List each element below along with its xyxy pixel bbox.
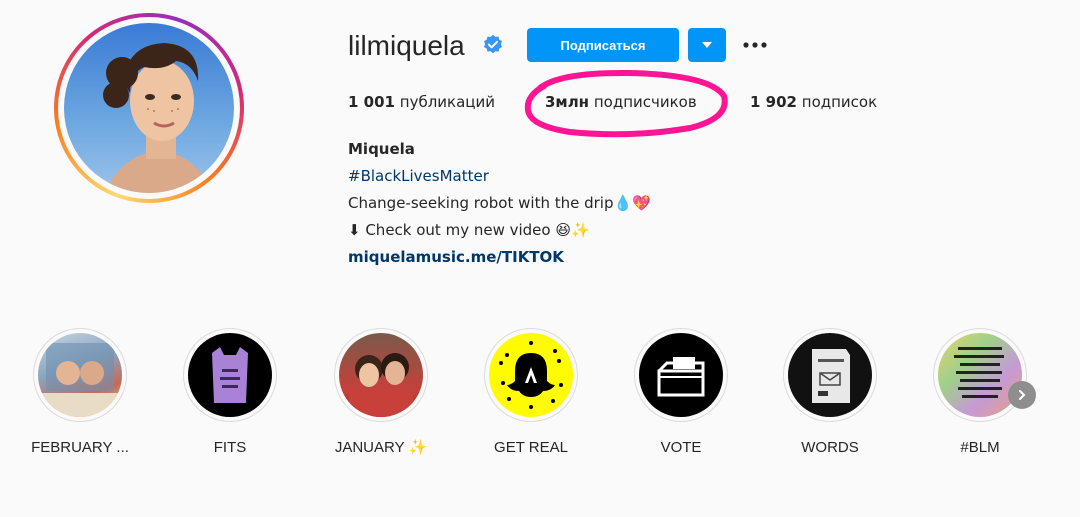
profile-username: lilmiquela [348,30,465,61]
more-options-icon[interactable] [741,35,769,55]
highlight-label: GET REAL [494,439,568,456]
highlight-fits[interactable]: FITS [170,328,290,458]
following-link[interactable]: 1 902 подписок [750,91,877,113]
highlights-next-button[interactable] [1008,381,1036,409]
chevron-down-icon [702,42,712,48]
posts-count: 1 001 публикаций [348,91,495,113]
highlight-january[interactable]: JANUARY ✨ [321,328,441,458]
bio-hashtag-link[interactable]: #BlackLivesMatter [348,163,651,190]
posts-number: 1 001 [348,93,395,111]
highlight-label: #BLM [960,439,1000,456]
profile-avatar[interactable] [54,13,244,203]
highlight-february[interactable]: FEBRUARY ... [20,328,140,458]
highlight-label: WORDS [801,439,859,456]
highlight-vote[interactable]: VOTE [621,328,741,458]
annotation-ellipse [524,69,728,138]
highlight-cover [484,328,578,422]
profile-bio: Miquela #BlackLivesMatter Change-seeking… [348,136,651,271]
highlight-cover [933,328,1027,422]
highlight-cover [334,328,428,422]
bio-external-link[interactable]: miquelamusic.me/TIKTOK [348,244,651,271]
highlight-cover [183,328,277,422]
highlight-cover [634,328,728,422]
bio-full-name: Miquela [348,140,415,158]
suggested-dropdown-button[interactable] [688,28,726,62]
bio-text-line-2: ⬇ Check out my new video 😆✨ [348,221,590,239]
highlight-cover [783,328,877,422]
posts-label: публикаций [399,93,495,111]
highlight-label: JANUARY ✨ [334,439,428,456]
highlight-label: FITS [213,439,247,456]
ballot-box-icon [657,357,705,397]
following-label: подписок [801,93,878,111]
follow-button[interactable]: Подписаться [527,28,679,62]
highlight-label: FEBRUARY ... [31,439,129,456]
following-number: 1 902 [750,93,797,111]
highlight-label: VOTE [660,439,702,456]
verified-badge-icon [484,34,502,54]
highlight-words[interactable]: WORDS [770,328,890,458]
highlight-cover [33,328,127,422]
profile-page: lilmiquela Подписаться 1 001 публикаций … [0,0,1080,517]
chevron-right-icon [1019,390,1026,400]
bio-text-line-1: Change-seeking robot with the drip💧💖 [348,194,651,212]
highlight-get-real[interactable]: GET REAL [471,328,591,458]
avatar-photo [64,23,234,193]
